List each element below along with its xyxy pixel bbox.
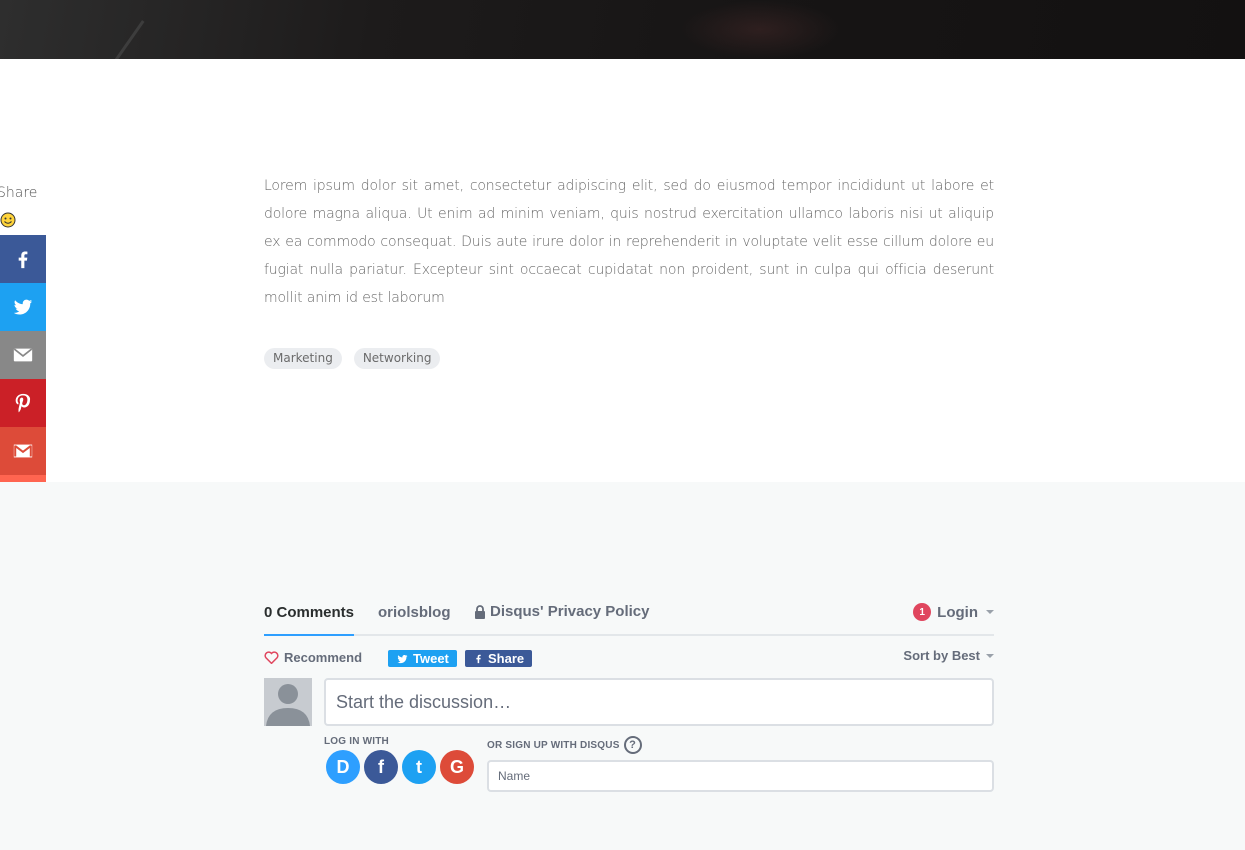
- share-twitter-button[interactable]: [0, 283, 46, 331]
- comment-composer: LOG IN WITH D f t G OR SIGN UP WITH DISQ…: [264, 678, 994, 808]
- tag-list: Marketing Networking: [264, 348, 441, 369]
- recommend-label: Recommend: [284, 650, 363, 665]
- facebook-login-icon[interactable]: f: [364, 750, 398, 784]
- tweet-label: Tweet: [413, 651, 449, 666]
- facebook-share-button[interactable]: Share: [465, 650, 533, 667]
- name-field[interactable]: [489, 762, 992, 790]
- avatar: [264, 678, 312, 726]
- privacy-policy-link[interactable]: Disqus' Privacy Policy: [474, 603, 649, 620]
- article-body: Lorem ipsum dolor sit amet, consectetur …: [264, 178, 994, 306]
- facebook-icon: [476, 654, 481, 664]
- disqus-nav: 0 Comments oriolsblog Disqus' Privacy Po…: [264, 594, 994, 636]
- name-field-box[interactable]: [487, 760, 994, 792]
- lock-icon: [475, 604, 485, 619]
- disqus-thread: 0 Comments oriolsblog Disqus' Privacy Po…: [264, 594, 994, 808]
- hero-image: [0, 0, 1245, 59]
- twitter-icon: [13, 299, 33, 315]
- twitter-icon: [397, 654, 408, 663]
- sort-label: Sort by Best: [903, 648, 980, 663]
- privacy-policy-label: Disqus' Privacy Policy: [490, 603, 650, 620]
- share-sidebar: 2: [0, 235, 46, 523]
- share-email-button[interactable]: [0, 331, 46, 379]
- login-with-label: LOG IN WITH: [324, 736, 389, 747]
- thread-actions: Recommend Tweet Share Sort by Best: [264, 636, 994, 678]
- notification-badge: 1: [913, 603, 932, 621]
- chevron-down-icon: [986, 610, 994, 614]
- pinterest-icon: [15, 393, 31, 413]
- chevron-down-icon: [986, 653, 994, 658]
- login-menu[interactable]: 1 Login: [913, 603, 994, 621]
- hero-streak: [0, 0, 145, 59]
- comment-input-box[interactable]: [324, 678, 994, 726]
- share-facebook-button[interactable]: [0, 235, 46, 283]
- heart-icon: [264, 651, 279, 664]
- share-gmail-button[interactable]: [0, 427, 46, 475]
- user-placeholder-icon: [266, 684, 310, 726]
- gmail-icon: [13, 444, 33, 458]
- google-login-icon[interactable]: G: [440, 750, 474, 784]
- help-icon[interactable]: ?: [623, 736, 642, 754]
- recommend-button[interactable]: Recommend: [264, 650, 362, 665]
- facebook-icon: [18, 251, 28, 269]
- hero-glow: [680, 0, 840, 59]
- facebook-share-label: Share: [488, 651, 525, 666]
- login-label: Login: [937, 603, 978, 621]
- tab-forum[interactable]: oriolsblog: [378, 604, 451, 621]
- tag-networking[interactable]: Networking: [353, 348, 441, 369]
- smiley-icon: [0, 212, 16, 228]
- share-label: Share: [0, 185, 38, 201]
- share-pinterest-button[interactable]: [0, 379, 46, 427]
- tag-marketing[interactable]: Marketing: [264, 348, 342, 369]
- twitter-login-icon[interactable]: t: [402, 750, 436, 784]
- signup-label: OR SIGN UP WITH DISQUS ?: [487, 736, 642, 754]
- disqus-login-icon[interactable]: D: [326, 750, 360, 784]
- email-icon: [13, 348, 33, 362]
- comment-input[interactable]: [326, 680, 992, 724]
- tweet-button[interactable]: Tweet: [388, 650, 457, 667]
- tab-comments[interactable]: 0 Comments: [264, 604, 354, 621]
- sort-dropdown[interactable]: Sort by Best: [903, 648, 994, 663]
- signup-label-text: OR SIGN UP WITH DISQUS: [487, 739, 620, 751]
- social-login-list: D f t G: [326, 750, 474, 784]
